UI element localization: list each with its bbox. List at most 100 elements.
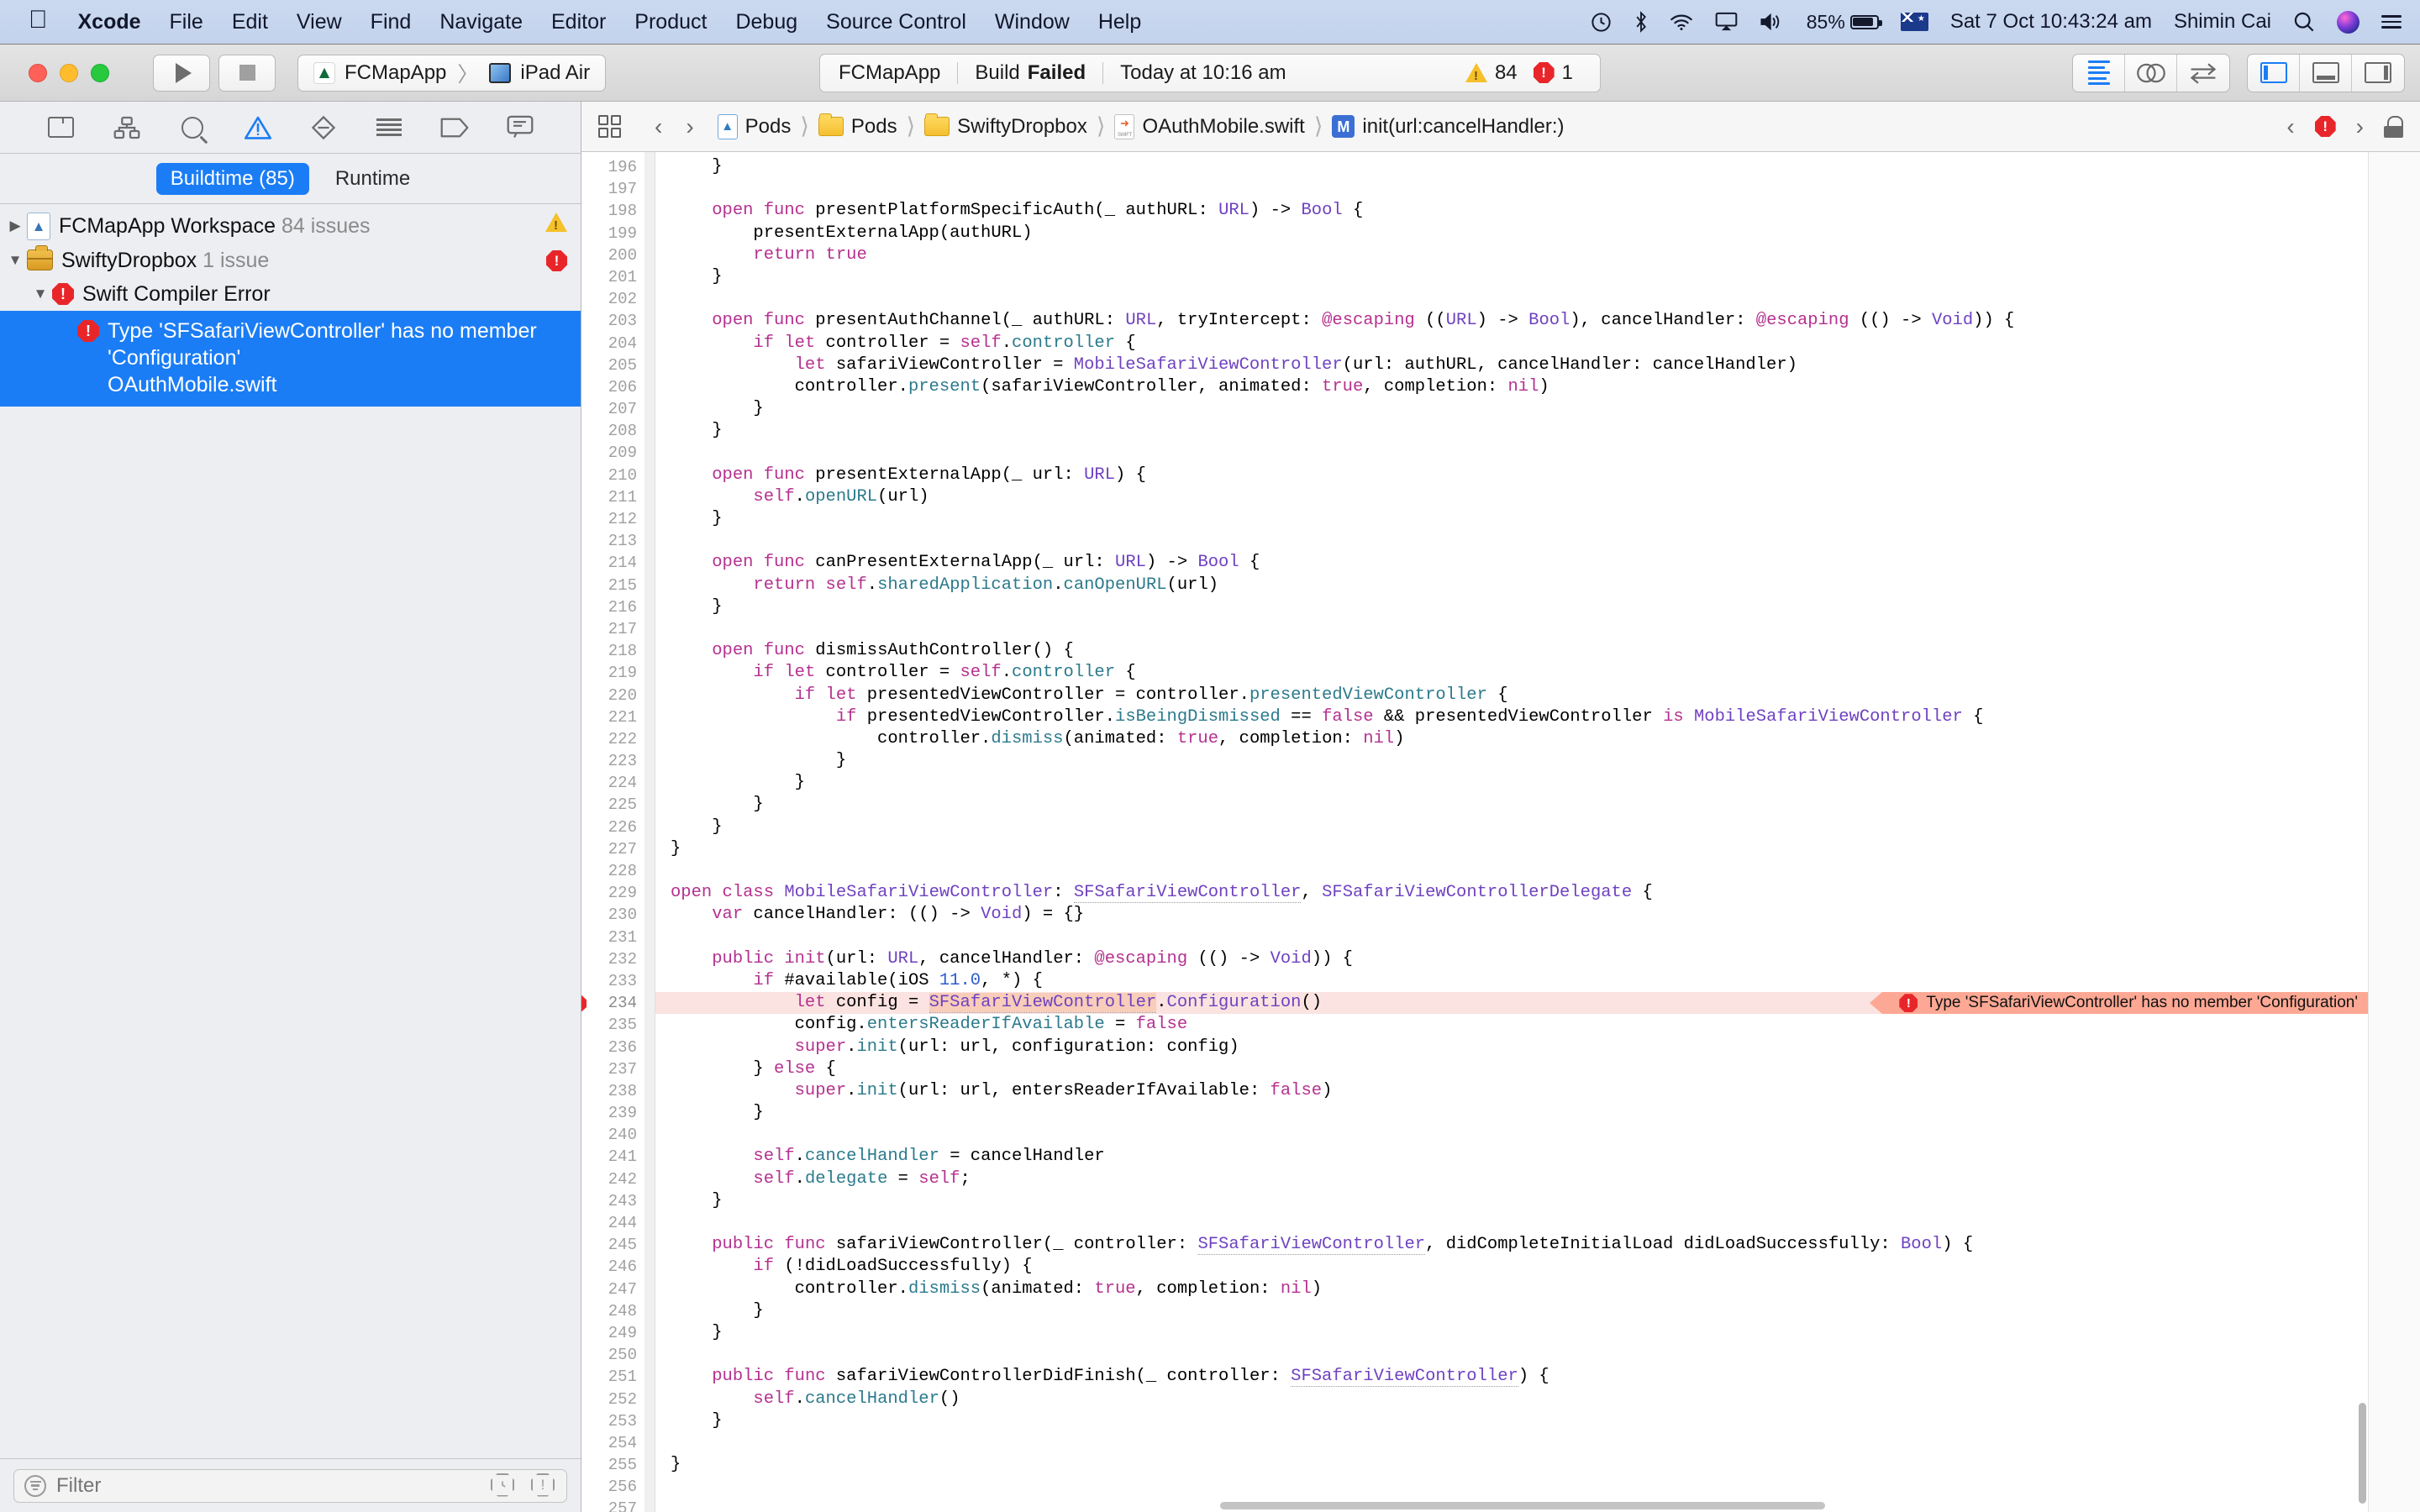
- version-editor-button[interactable]: [2177, 55, 2229, 92]
- panel-toggles-segmented[interactable]: [2247, 53, 2405, 92]
- code-line[interactable]: }: [655, 1190, 2368, 1212]
- lock-icon[interactable]: [2384, 115, 2403, 138]
- code-line[interactable]: if let presentedViewController = control…: [655, 685, 2368, 706]
- issue-badge-icon[interactable]: !: [2314, 116, 2336, 137]
- code-line[interactable]: controller.dismiss(animated: true, compl…: [655, 1278, 2368, 1300]
- scope-runtime-tab[interactable]: Runtime: [321, 163, 424, 195]
- breakpoint-navigator-icon[interactable]: [438, 113, 471, 143]
- code-line[interactable]: presentExternalApp(authURL): [655, 223, 2368, 244]
- issue-row-target[interactable]: ▼ SwiftyDropbox 1 issue !: [0, 244, 581, 277]
- code-line[interactable]: open func presentPlatformSpecificAuth(_ …: [655, 200, 2368, 222]
- code-text[interactable]: } open func presentPlatformSpecificAuth(…: [655, 152, 2368, 1512]
- code-line[interactable]: }: [655, 838, 2368, 860]
- project-navigator-icon[interactable]: [45, 113, 78, 143]
- status-counts[interactable]: 84 ! 1: [1465, 61, 1581, 85]
- code-line[interactable]: return true: [655, 244, 2368, 266]
- code-line[interactable]: }: [655, 772, 2368, 794]
- code-line[interactable]: [655, 1212, 2368, 1234]
- spotlight-search-icon[interactable]: [2293, 11, 2315, 33]
- menu-item-navigate[interactable]: Navigate: [439, 10, 523, 34]
- code-line[interactable]: }: [655, 420, 2368, 442]
- menubar-clock[interactable]: Sat 7 Oct 10:43:24 am: [1950, 10, 2152, 34]
- code-line[interactable]: open class MobileSafariViewController: S…: [655, 882, 2368, 904]
- toggle-debug-area-button[interactable]: [2300, 54, 2352, 92]
- battery-indicator[interactable]: 85%: [1807, 11, 1882, 34]
- code-line[interactable]: }: [655, 750, 2368, 772]
- code-line[interactable]: }: [655, 1322, 2368, 1344]
- code-line[interactable]: self.delegate = self;: [655, 1168, 2368, 1190]
- code-line[interactable]: [655, 860, 2368, 882]
- airplay-icon[interactable]: [1715, 12, 1738, 32]
- menu-item-edit[interactable]: Edit: [232, 10, 268, 34]
- inline-error-banner[interactable]: ! Type 'SFSafariViewController' has no me…: [1870, 992, 2368, 1015]
- menu-item-editor[interactable]: Editor: [551, 10, 606, 34]
- menu-item-help[interactable]: Help: [1098, 10, 1141, 34]
- code-line[interactable]: [655, 1124, 2368, 1146]
- code-line[interactable]: super.init(url: url, configuration: conf…: [655, 1037, 2368, 1058]
- code-line[interactable]: [655, 1432, 2368, 1454]
- recent-issues-icon[interactable]: [491, 1473, 516, 1499]
- code-line[interactable]: }: [655, 1410, 2368, 1432]
- code-line[interactable]: [655, 530, 2368, 552]
- menubar-username[interactable]: Shimin Cai: [2174, 10, 2271, 34]
- code-line[interactable]: return self.sharedApplication.canOpenURL…: [655, 575, 2368, 596]
- test-navigator-icon[interactable]: [307, 113, 340, 143]
- disclosure-triangle-collapsed[interactable]: ▶: [3, 213, 27, 234]
- code-line[interactable]: controller.present(safariViewController,…: [655, 376, 2368, 398]
- toggle-navigator-button[interactable]: [2248, 54, 2300, 92]
- code-line[interactable]: if #available(iOS 11.0, *) {: [655, 970, 2368, 992]
- code-line[interactable]: [655, 1344, 2368, 1366]
- australia-flag-icon[interactable]: [1900, 13, 1928, 31]
- menu-item-debug[interactable]: Debug: [735, 10, 797, 34]
- go-forward-button[interactable]: ›: [674, 114, 705, 139]
- code-line[interactable]: open func canPresentExternalApp(_ url: U…: [655, 552, 2368, 574]
- code-line[interactable]: public init(url: URL, cancelHandler: @es…: [655, 948, 2368, 970]
- issue-row-compiler-error[interactable]: ▼ ! Swift Compiler Error: [0, 277, 581, 311]
- code-line[interactable]: }: [655, 794, 2368, 816]
- code-line[interactable]: public func safariViewControllerDidFinis…: [655, 1366, 2368, 1388]
- issue-row-workspace[interactable]: ▶ ▲ FCMapApp Workspace 84 issues: [0, 209, 581, 244]
- code-line[interactable]: [655, 927, 2368, 948]
- breadcrumb-item-project[interactable]: ▲ Pods: [716, 113, 793, 139]
- activity-status-bar[interactable]: FCMapApp Build Failed Today at 10:16 am …: [819, 53, 1601, 92]
- minimize-button[interactable]: [60, 63, 78, 82]
- close-button[interactable]: [29, 63, 47, 82]
- errors-only-icon[interactable]: !: [531, 1473, 556, 1499]
- menu-item-file[interactable]: File: [170, 10, 203, 34]
- editor-mode-segmented[interactable]: [2072, 53, 2230, 92]
- menu-item-view[interactable]: View: [297, 10, 342, 34]
- breadcrumb-item-swiftydropbox[interactable]: SwiftyDropbox: [923, 113, 1089, 139]
- source-editor[interactable]: 196 197 198 199 200 201 202 203 204 205 206 207 208 2…: [581, 152, 2420, 1512]
- code-line[interactable]: self.openURL(url): [655, 486, 2368, 508]
- menu-item-product[interactable]: Product: [634, 10, 707, 34]
- go-back-button[interactable]: ‹: [643, 114, 674, 139]
- code-line[interactable]: }: [655, 596, 2368, 618]
- disclosure-triangle-expanded[interactable]: ▼: [3, 247, 27, 269]
- menu-item-xcode[interactable]: Xcode: [78, 10, 141, 34]
- editor-minimap[interactable]: [2368, 152, 2420, 1512]
- breadcrumb-item-symbol[interactable]: M init(url:cancelHandler:): [1330, 115, 1565, 139]
- breadcrumb-item-pods[interactable]: Pods: [817, 113, 899, 139]
- bluetooth-icon[interactable]: [1634, 11, 1648, 33]
- code-line[interactable]: }: [655, 816, 2368, 838]
- code-line-with-error[interactable]: let config = SFSafariViewController.Conf…: [655, 992, 2368, 1015]
- report-navigator-icon[interactable]: [503, 113, 537, 143]
- code-line[interactable]: open func dismissAuthController() {: [655, 640, 2368, 662]
- vertical-scrollbar[interactable]: [2359, 1403, 2366, 1504]
- code-line[interactable]: public func safariViewController(_ contr…: [655, 1234, 2368, 1256]
- find-navigator-icon[interactable]: [176, 113, 209, 143]
- code-line[interactable]: }: [655, 398, 2368, 420]
- assistant-editor-button[interactable]: [2125, 54, 2177, 92]
- code-line[interactable]: let safariViewController = MobileSafariV…: [655, 354, 2368, 376]
- horizontal-scrollbar[interactable]: [1220, 1502, 1825, 1509]
- filter-input[interactable]: [56, 1473, 476, 1498]
- code-line[interactable]: if presentedViewController.isBeingDismis…: [655, 706, 2368, 728]
- issue-navigator-icon[interactable]: [241, 113, 275, 143]
- control-center-icon[interactable]: [2381, 15, 2402, 29]
- previous-issue-button[interactable]: ‹: [2281, 114, 2299, 139]
- filter-field[interactable]: !: [13, 1468, 567, 1503]
- code-line[interactable]: self.cancelHandler = cancelHandler: [655, 1146, 2368, 1168]
- scope-buildtime-tab[interactable]: Buildtime (85): [155, 162, 309, 195]
- disclosure-triangle-expanded[interactable]: ▼: [29, 281, 52, 302]
- code-line[interactable]: [655, 178, 2368, 200]
